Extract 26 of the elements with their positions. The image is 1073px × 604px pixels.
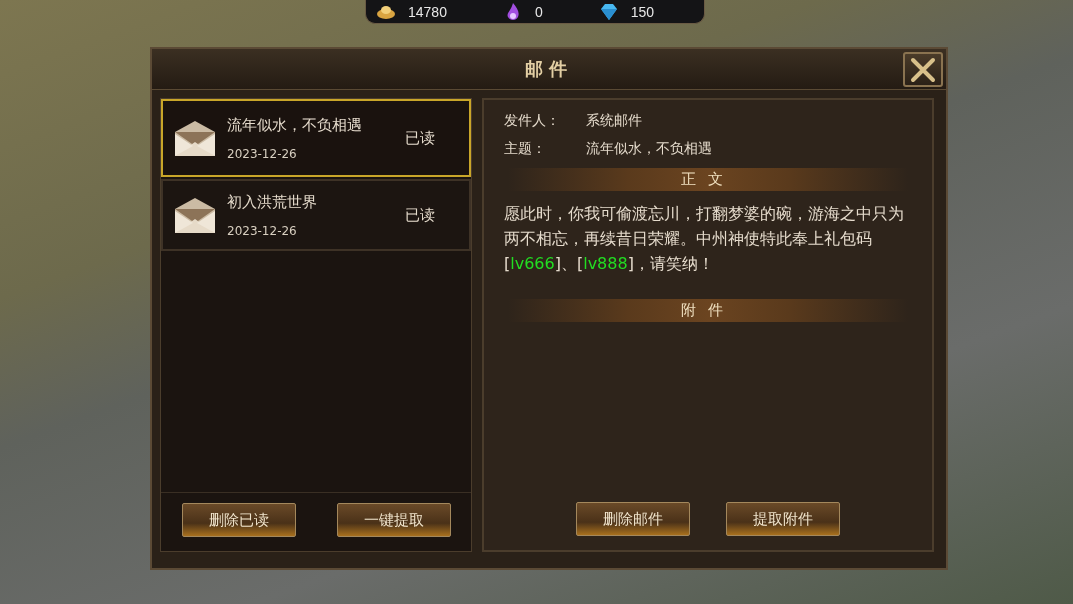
action-button[interactable]: 删除已读 [181, 503, 296, 537]
envelope-icon [173, 118, 217, 158]
mail-date: 2023-12-26 [227, 146, 298, 161]
resource-amount: 14780 [408, 3, 447, 20]
diamond-icon [598, 1, 619, 22]
mail-item[interactable]: 初入洪荒世界 2023-12-26 已读 [161, 179, 471, 251]
action-button[interactable]: 一键提取 [336, 503, 451, 537]
subject-text: 流年似水，不负相遇 [586, 140, 712, 158]
mail-body-text: 愿此时，你我可偷渡忘川，打翻梦婆的碗，游海之中只为两不相忘，再续昔日荣耀。中州神使特此奉上礼包码[lv666]、[lv888]，请笑纳！ [504, 203, 905, 275]
sender-name: 系统邮件 [586, 112, 642, 130]
dialog-title: 邮件 [525, 57, 573, 81]
action-button[interactable]: 删除邮件 [576, 502, 690, 536]
envelope-icon [173, 195, 217, 235]
subject-label: 主题： [504, 140, 547, 158]
sender-label: 发件人： [504, 112, 561, 130]
mail-subject: 流年似水，不负相遇 [227, 115, 363, 135]
mail-date: 2023-12-26 [227, 223, 298, 238]
resource-amount: 150 [630, 3, 655, 20]
resource-amount: 0 [534, 3, 543, 20]
mail-item[interactable]: 流年似水，不负相遇 2023-12-26 已读 [161, 99, 471, 177]
close-icon [910, 56, 936, 83]
read-status: 已读 [405, 205, 435, 225]
close-button[interactable] [903, 52, 943, 87]
action-button[interactable]: 提取附件 [726, 502, 840, 536]
mail-subject: 初入洪荒世界 [227, 192, 318, 212]
read-status: 已读 [405, 128, 435, 148]
